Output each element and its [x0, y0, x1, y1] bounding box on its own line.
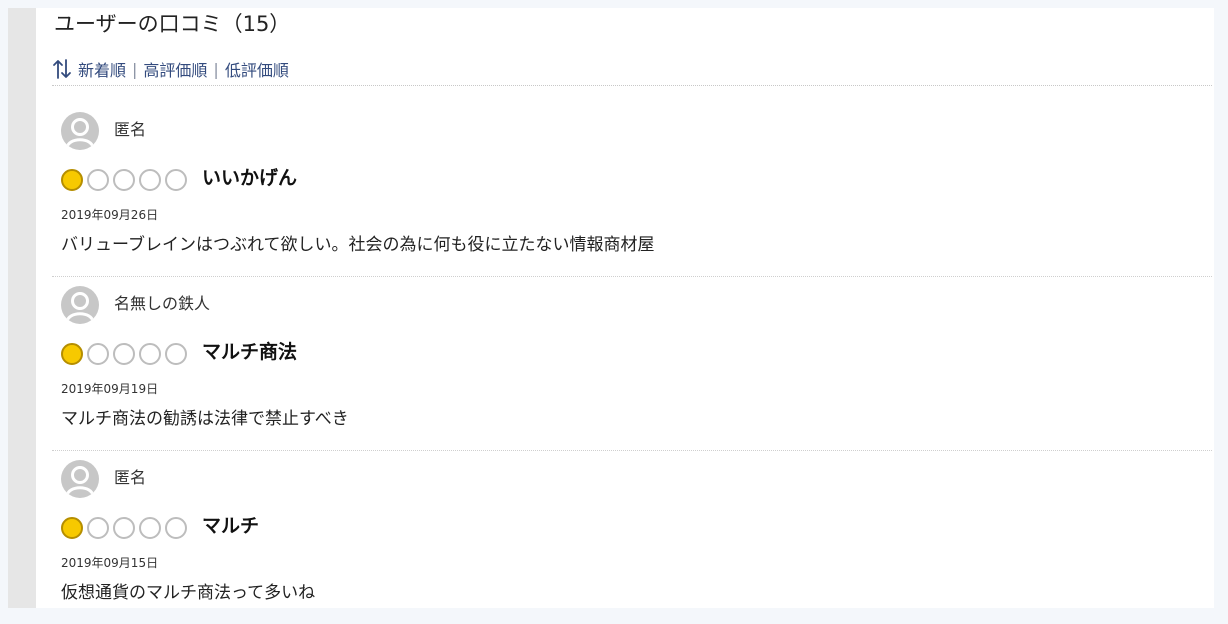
star-empty-icon	[113, 517, 135, 539]
sort-low-rating-link[interactable]: 低評価順	[225, 57, 289, 81]
star-empty-icon	[87, 517, 109, 539]
star-rating	[61, 342, 191, 366]
star-empty-icon	[87, 169, 109, 191]
review-date: 2019年09月26日	[61, 208, 159, 222]
sort-divider	[52, 85, 1212, 86]
star-empty-icon	[139, 517, 161, 539]
review-author: 匿名	[114, 120, 147, 139]
sort-separator: |	[132, 59, 138, 79]
star-empty-icon	[139, 169, 161, 191]
review-content: ユーザーの口コミ（15） 新着順 | 高評価順 | 低評価順 匿名 いいかげん …	[52, 8, 1212, 608]
star-empty-icon	[113, 169, 135, 191]
review-date: 2019年09月19日	[61, 382, 159, 396]
star-empty-icon	[165, 169, 187, 191]
review-title: マルチ商法	[202, 341, 298, 363]
star-rating	[61, 168, 191, 192]
review-date: 2019年09月15日	[61, 556, 159, 570]
avatar	[61, 286, 99, 324]
review-body: バリューブレインはつぶれて欲しい。社会の為に何も役に立たない情報商材屋	[61, 235, 655, 255]
sort-bar: 新着順 | 高評価順 | 低評価順	[52, 56, 289, 82]
star-filled-icon	[61, 169, 83, 191]
review-item: 名無しの鉄人 マルチ商法 2019年09月19日 マルチ商法の勧誘は法律で禁止す…	[52, 276, 1212, 451]
avatar	[61, 460, 99, 498]
review-section: ユーザーの口コミ（15） 新着順 | 高評価順 | 低評価順 匿名 いいかげん …	[8, 8, 1214, 608]
review-body: 仮想通貨のマルチ商法って多いね	[61, 583, 316, 603]
review-author: 名無しの鉄人	[114, 294, 211, 313]
sort-high-rating-link[interactable]: 高評価順	[143, 57, 207, 81]
star-empty-icon	[113, 343, 135, 365]
star-empty-icon	[139, 343, 161, 365]
review-author: 匿名	[114, 468, 147, 487]
review-item: 匿名 マルチ 2019年09月15日 仮想通貨のマルチ商法って多いね	[52, 450, 1212, 624]
page-title: ユーザーの口コミ（15）	[54, 12, 291, 36]
sort-arrows-icon	[52, 58, 72, 80]
star-rating	[61, 516, 191, 540]
star-empty-icon	[165, 517, 187, 539]
sort-separator: |	[213, 59, 219, 79]
review-item: 匿名 いいかげん 2019年09月26日 バリューブレインはつぶれて欲しい。社会…	[52, 102, 1212, 277]
review-title: マルチ	[202, 515, 260, 537]
left-gutter	[8, 8, 36, 608]
star-empty-icon	[87, 343, 109, 365]
review-title: いいかげん	[202, 167, 298, 189]
star-filled-icon	[61, 517, 83, 539]
star-filled-icon	[61, 343, 83, 365]
sort-newest-link[interactable]: 新着順	[78, 57, 126, 81]
avatar	[61, 112, 99, 150]
star-empty-icon	[165, 343, 187, 365]
review-body: マルチ商法の勧誘は法律で禁止すべき	[61, 409, 349, 429]
